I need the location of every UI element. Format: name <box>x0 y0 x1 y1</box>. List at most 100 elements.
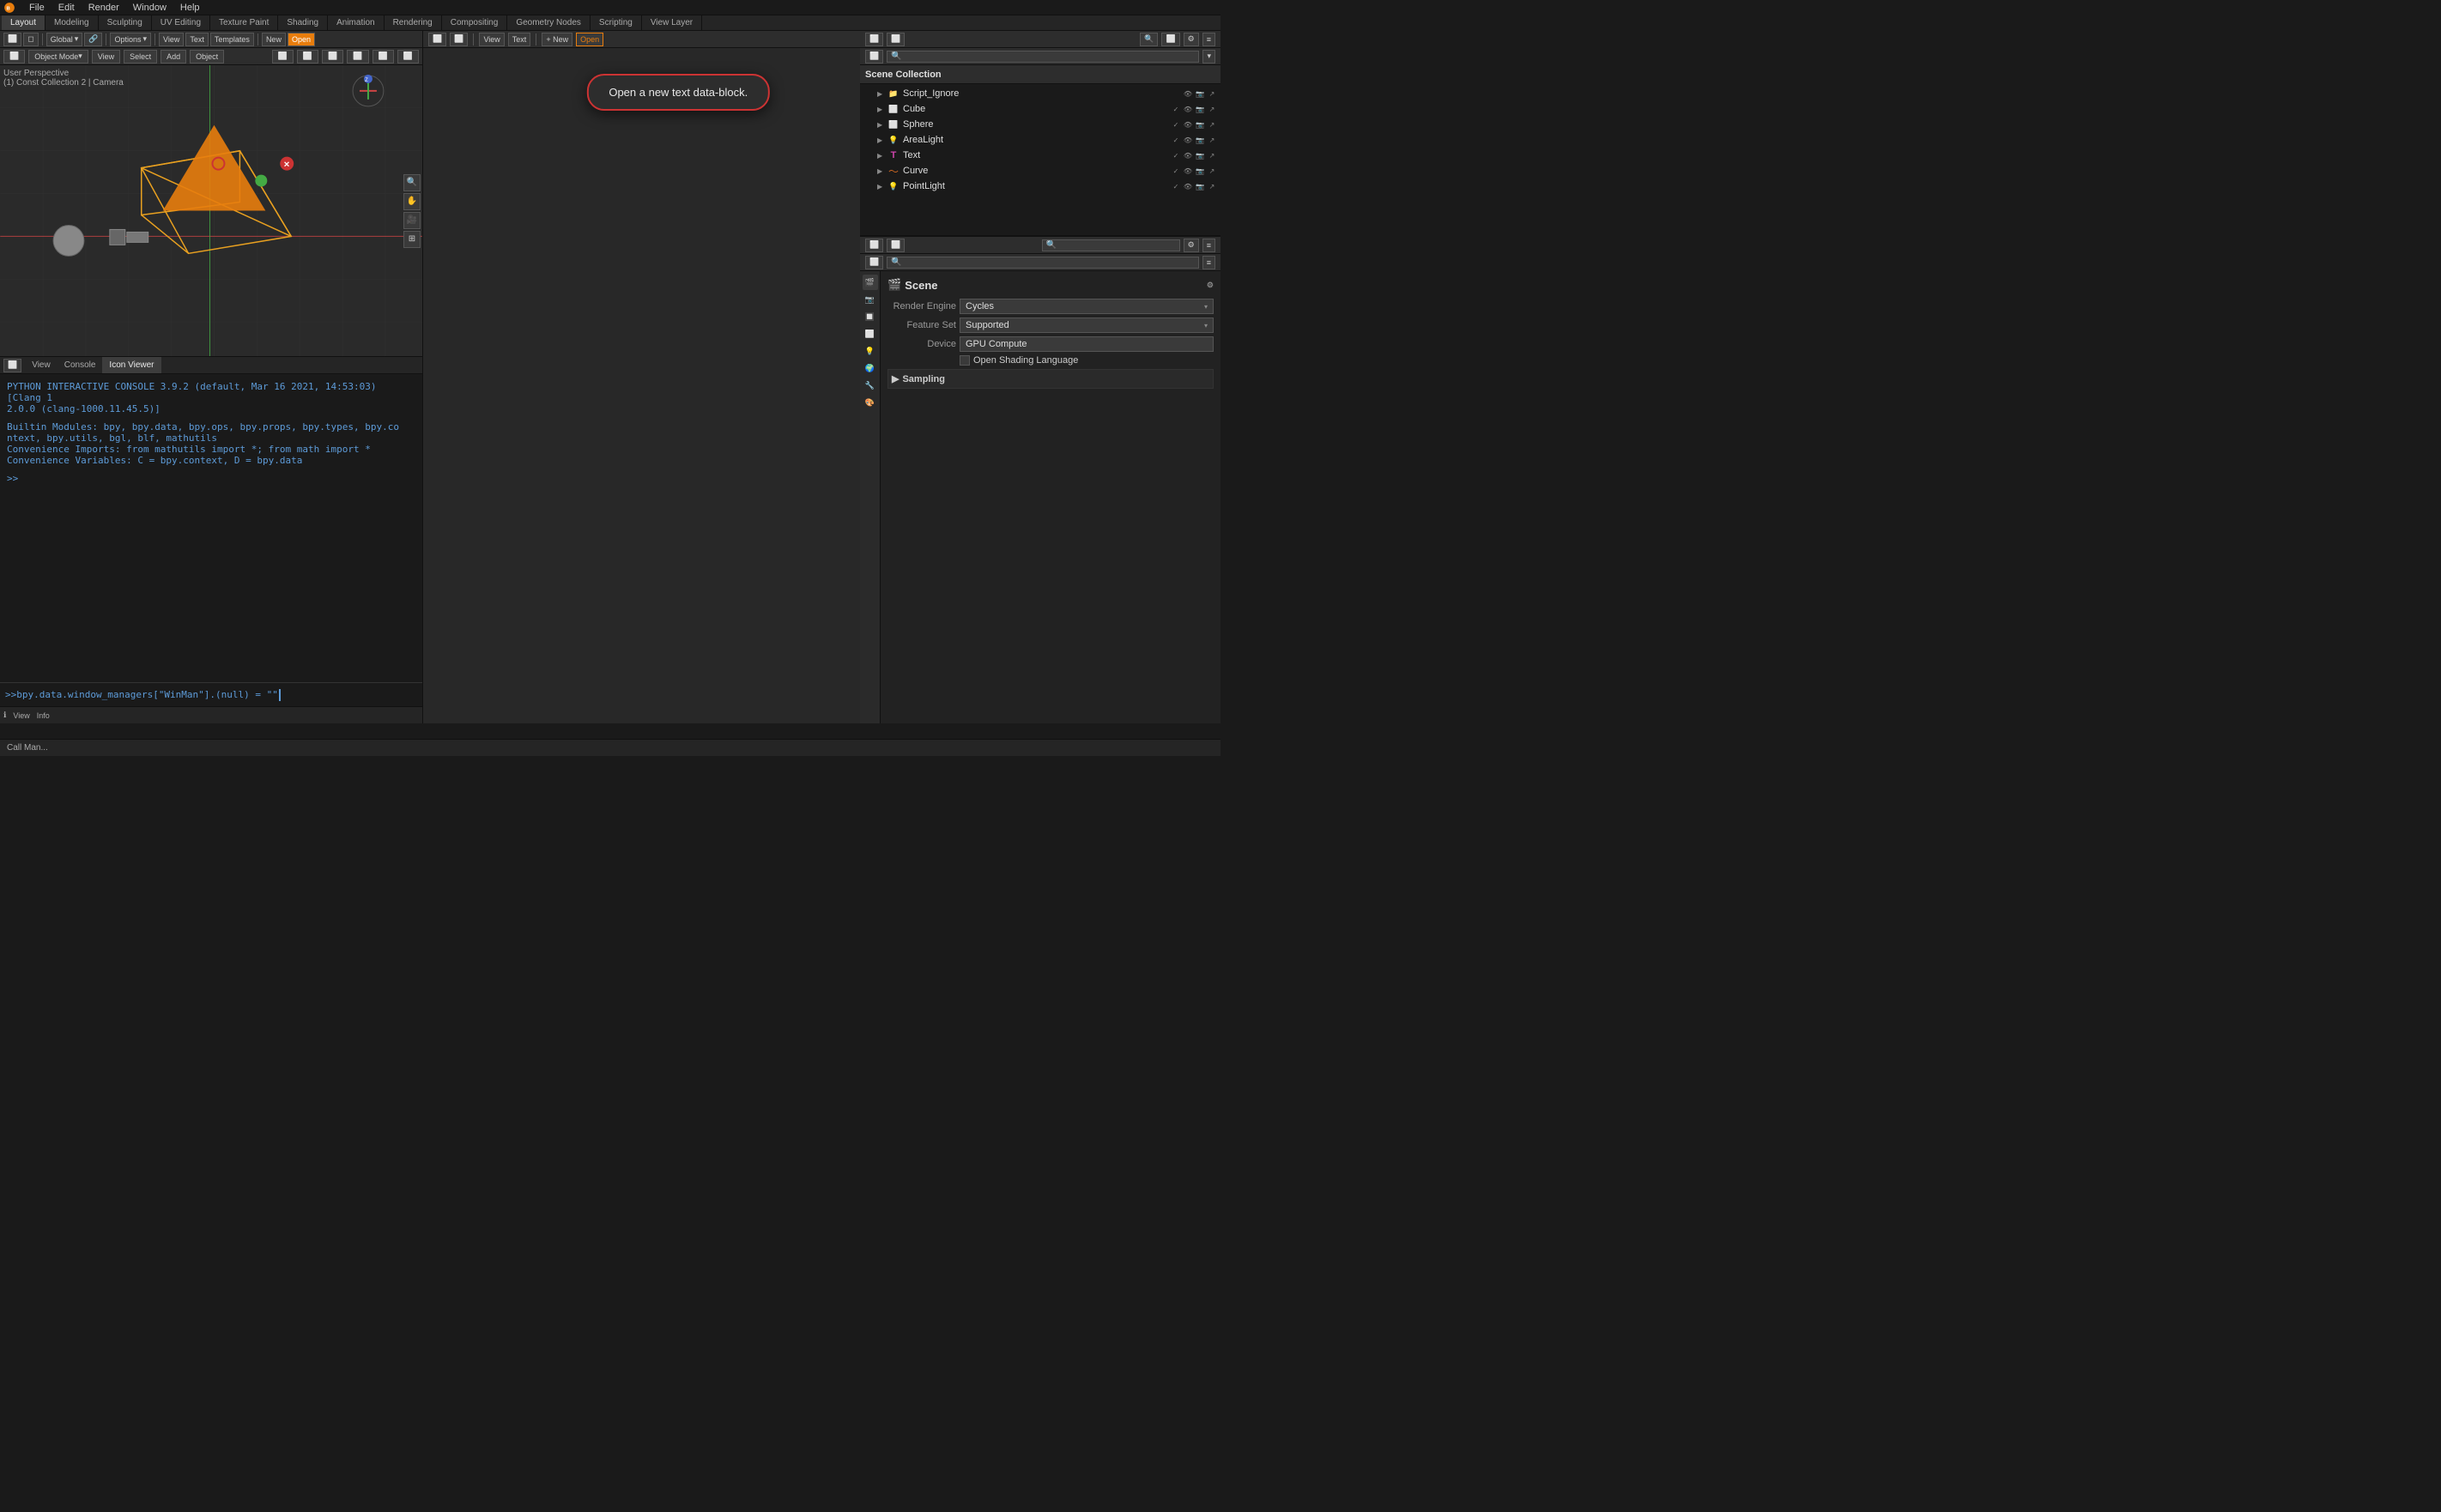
templates-btn[interactable]: Templates <box>210 33 254 46</box>
solid-btn[interactable]: ⬜ <box>347 50 368 64</box>
outliner-item-text[interactable]: ▶ T Text ✓ 👁 📷 ↗ <box>860 148 1220 163</box>
curve-vis[interactable]: ✓ <box>1171 166 1181 176</box>
text-sel[interactable]: ↗ <box>1207 150 1217 160</box>
arealight-sel[interactable]: ↗ <box>1207 135 1217 145</box>
curve-sel[interactable]: ↗ <box>1207 166 1217 176</box>
prop-tab-world[interactable]: 💡 <box>863 343 878 359</box>
console-editor-type[interactable]: ⬜ <box>3 359 21 372</box>
prop-display-btn[interactable]: ⬜ <box>887 239 905 252</box>
outliner-filter-btn[interactable]: 🔍 <box>1140 33 1158 46</box>
outliner-item-script-ignore[interactable]: ▶ 📁 Script_Ignore 👁 📷 ↗ <box>860 86 1220 101</box>
menu-edit[interactable]: Edit <box>55 3 78 13</box>
prop-tab-particle[interactable]: 🎨 <box>863 395 878 410</box>
display-mode-btn[interactable]: ⬜ <box>450 33 468 46</box>
new-text-btn[interactable]: + New <box>542 33 572 46</box>
snap-btn[interactable]: 🔗 <box>84 33 102 46</box>
camera-tool[interactable]: 🎥 <box>403 212 421 229</box>
text-btn[interactable]: Text <box>185 33 209 46</box>
prop-filter-btn[interactable]: ⚙ <box>1184 239 1199 252</box>
arealight-render[interactable]: 📷 <box>1195 135 1205 145</box>
cube-render[interactable]: 📷 <box>1195 104 1205 114</box>
text-render[interactable]: 📷 <box>1195 150 1205 160</box>
overlay-btn[interactable]: ⬜ <box>272 50 294 64</box>
tab-compositing[interactable]: Compositing <box>442 15 508 30</box>
outliner-item-cube[interactable]: ▶ ⬜ Cube ✓ 👁 📷 ↗ <box>860 101 1220 117</box>
tab-rendering[interactable]: Rendering <box>385 15 442 30</box>
sphere-sel[interactable]: ↗ <box>1207 119 1217 130</box>
editor-type-small[interactable]: ⬜ <box>3 50 25 64</box>
prop-tab-output[interactable]: 📷 <box>863 292 878 307</box>
grid-tool[interactable]: ⊞ <box>403 231 421 248</box>
info-view-btn[interactable]: View <box>13 711 29 720</box>
outliner-item-curve[interactable]: ▶ 〜 Curve ✓ 👁 📷 ↗ <box>860 163 1220 178</box>
tab-layout[interactable]: Layout <box>2 15 45 30</box>
info-info-btn[interactable]: Info <box>37 711 50 720</box>
cube-vis[interactable]: ✓ <box>1171 104 1181 114</box>
prop-settings-btn[interactable]: ≡ <box>1202 256 1215 269</box>
prop-tab-scene[interactable]: ⬜ <box>863 326 878 342</box>
view-header-btn[interactable]: View <box>92 50 120 64</box>
tab-texture-paint[interactable]: Texture Paint <box>210 15 278 30</box>
outliner-sort-btn[interactable]: ⬜ <box>1161 33 1179 46</box>
info-icon-btn[interactable]: ℹ <box>3 711 6 720</box>
console-input-bar[interactable]: >> bpy.data.window_managers["WinMan"].(n… <box>0 682 422 706</box>
outliner-filter-mode[interactable]: ▾ <box>1202 50 1215 64</box>
object-mode-dropdown[interactable]: Object Mode ▾ <box>28 50 88 64</box>
editor-type-btn[interactable]: ⬜ <box>3 33 21 46</box>
sphere-eye[interactable]: 👁 <box>1183 119 1193 130</box>
tab-modeling[interactable]: Modeling <box>45 15 99 30</box>
tab-sculpting[interactable]: Sculpting <box>99 15 152 30</box>
prop-outer-search[interactable] <box>1042 239 1180 251</box>
text-vis[interactable]: ✓ <box>1171 150 1181 160</box>
menu-file[interactable]: File <box>26 3 48 13</box>
object-header-btn[interactable]: Object <box>190 50 224 64</box>
prop-type-small[interactable]: ⬜ <box>865 256 883 269</box>
device-value[interactable]: GPU Compute <box>960 336 1214 352</box>
menu-window[interactable]: Window <box>130 3 170 13</box>
prop-tab-view-layer[interactable]: 🔲 <box>863 309 878 324</box>
outliner-settings-btn[interactable]: ⚙ <box>1184 33 1199 46</box>
prop-type-btn[interactable]: ⬜ <box>865 239 883 252</box>
xray-btn[interactable]: ⬜ <box>297 50 318 64</box>
select-header-btn[interactable]: Select <box>124 50 157 64</box>
text-editor-type-btn[interactable]: ⬜ <box>428 33 446 46</box>
prop-more-btn[interactable]: ≡ <box>1202 239 1215 252</box>
console-content[interactable]: PYTHON INTERACTIVE CONSOLE 3.9.2 (defaul… <box>0 374 422 682</box>
render-toggle[interactable]: 📷 <box>1195 88 1205 99</box>
render-engine-value[interactable]: Cycles ▾ <box>960 299 1214 314</box>
global-dropdown[interactable]: Global ▾ <box>46 33 83 46</box>
options-dropdown[interactable]: Options ▾ <box>110 33 151 46</box>
prop-tab-object[interactable]: 🌍 <box>863 360 878 376</box>
cube-eye[interactable]: 👁 <box>1183 104 1193 114</box>
material-btn[interactable]: ⬜ <box>373 50 394 64</box>
outliner-item-sphere[interactable]: ▶ ⬜ Sphere ✓ 👁 📷 ↗ <box>860 117 1220 132</box>
curve-render[interactable]: 📷 <box>1195 166 1205 176</box>
sphere-vis[interactable]: ✓ <box>1171 119 1181 130</box>
curve-eye[interactable]: 👁 <box>1183 166 1193 176</box>
sampling-title[interactable]: ▶ Sampling <box>892 372 1209 386</box>
wireframe-btn[interactable]: ⬜ <box>322 50 343 64</box>
pan-tool[interactable]: ✋ <box>403 193 421 210</box>
osl-checkbox[interactable] <box>960 355 970 366</box>
pointlight-eye[interactable]: 👁 <box>1183 181 1193 191</box>
prop-tab-render[interactable]: 🎬 <box>863 275 878 290</box>
osl-checkbox-container[interactable]: Open Shading Language <box>960 355 1078 366</box>
tab-animation[interactable]: Animation <box>328 15 384 30</box>
outliner-search-input[interactable] <box>887 51 1199 63</box>
render-btn[interactable]: ⬜ <box>397 50 419 64</box>
pointlight-render[interactable]: 📷 <box>1195 181 1205 191</box>
console-tab-icon-viewer[interactable]: Icon Viewer <box>102 357 161 373</box>
outliner-item-pointlight[interactable]: ▶ 💡 PointLight ✓ 👁 📷 ↗ <box>860 178 1220 194</box>
tab-shading[interactable]: Shading <box>278 15 328 30</box>
text-editor-content[interactable]: Open a new text data-block. <box>423 48 860 723</box>
arealight-vis[interactable]: ✓ <box>1171 135 1181 145</box>
outliner-display-mode[interactable]: ⬜ <box>865 50 883 64</box>
outliner-content[interactable]: ▶ 📁 Script_Ignore 👁 📷 ↗ ▶ ⬜ Cube <box>860 84 1220 235</box>
feature-set-value[interactable]: Supported ▾ <box>960 318 1214 333</box>
outliner-item-arealight[interactable]: ▶ 💡 AreaLight ✓ 👁 📷 ↗ <box>860 132 1220 148</box>
tab-geometry-nodes[interactable]: Geometry Nodes <box>507 15 591 30</box>
console-tab-console[interactable]: Console <box>58 357 103 373</box>
menu-help[interactable]: Help <box>177 3 203 13</box>
prop-search-input[interactable] <box>887 257 1199 269</box>
new-btn[interactable]: New <box>262 33 286 46</box>
